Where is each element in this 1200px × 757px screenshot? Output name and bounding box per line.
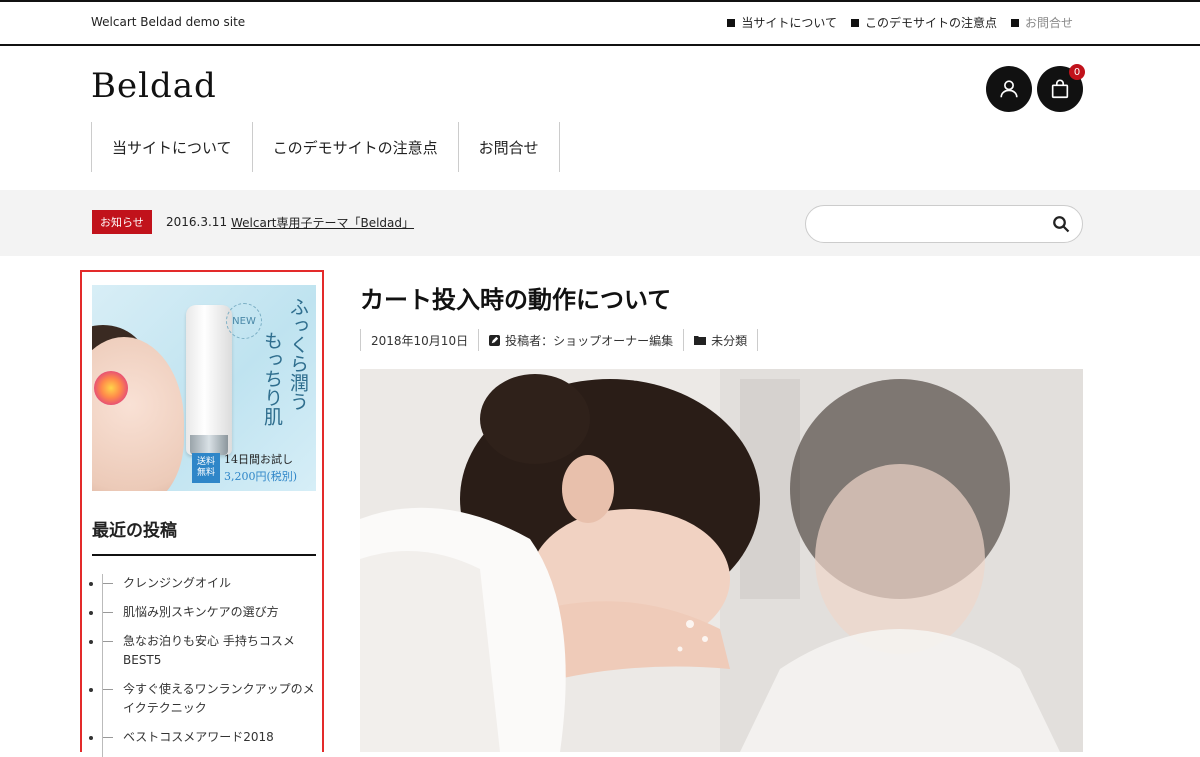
recent-posts-list: クレンジングオイル 肌悩み別スキンケアの選び方 急なお泊りも安心 手持ちコスメB… <box>102 574 316 757</box>
article-author[interactable]: 投稿者：ショップオーナー編集 <box>478 329 683 351</box>
article-date: 2018年10月10日 <box>360 329 478 351</box>
recent-post-link[interactable]: 今すぐ使えるワンランクアップのメイクテクニック <box>103 680 316 718</box>
main-nav-notes[interactable]: このデモサイトの注意点 <box>253 122 459 172</box>
banner-copy-line2: もっちり肌 <box>261 331 283 426</box>
sidebar: NEW ふっくら潤う もっちり肌 送料 無料 14日間お試し 3,200円(税別)… <box>80 270 324 757</box>
search-input[interactable] <box>820 206 1050 242</box>
search-box <box>805 205 1083 243</box>
top-nav-about-link[interactable]: 当サイトについて <box>727 14 837 31</box>
square-bullet-icon <box>1010 18 1019 27</box>
article-hero-image <box>360 369 1083 752</box>
recent-post-link[interactable]: 急なお泊りも安心 手持ちコスメBEST5 <box>103 632 316 670</box>
free-shipping-badge: 送料 無料 <box>192 453 220 483</box>
promo-banner[interactable]: NEW ふっくら潤う もっちり肌 送料 無料 14日間お試し 3,200円(税別) <box>92 285 316 491</box>
site-logo[interactable]: Beldad <box>91 66 217 106</box>
recent-post-link[interactable]: クレンジングオイル <box>103 574 316 593</box>
notice-link[interactable]: Welcart専用子テーマ「Beldad」 <box>231 214 414 231</box>
product-tube-image <box>186 305 232 455</box>
top-nav-notes-link[interactable]: このデモサイトの注意点 <box>850 14 997 31</box>
recent-post-link[interactable]: ベストコスメアワード2018 <box>103 728 316 747</box>
search-button[interactable] <box>1052 215 1070 237</box>
edit-icon <box>489 334 501 346</box>
article-author-text: 投稿者：ショップオーナー編集 <box>505 333 674 348</box>
notice-label-badge: お知らせ <box>92 210 152 234</box>
shipping-line1: 送料 <box>196 457 215 468</box>
product-tube-cap <box>190 435 228 455</box>
article-category[interactable]: 未分類 <box>683 329 759 351</box>
banner-copy-line1: ふっくら潤う <box>287 297 309 411</box>
account-button[interactable] <box>986 66 1032 112</box>
cart-count-badge: 0 <box>1069 64 1085 80</box>
banner-trial-text: 14日間お試し <box>224 453 293 466</box>
top-nav-notes-label: このデモサイトの注意点 <box>864 16 997 30</box>
banner-model-face <box>92 337 184 491</box>
article-date-text: 2018年10月10日 <box>371 333 469 348</box>
search-icon <box>1053 216 1070 233</box>
cart-button[interactable]: 0 <box>1037 64 1085 112</box>
recent-posts-title: 最近の投稿 <box>92 521 177 541</box>
main-nav-contact[interactable]: お問合せ <box>459 122 560 172</box>
new-badge: NEW <box>226 303 262 339</box>
article-title: カート投入時の動作について <box>360 285 672 314</box>
user-icon <box>1000 80 1018 98</box>
recent-post-link[interactable]: 肌悩み別スキンケアの選び方 <box>103 603 316 622</box>
article-category-text: 未分類 <box>711 333 748 348</box>
top-nav-contact-link[interactable]: お問合せ <box>1010 14 1073 31</box>
banner-price-text: 3,200円(税別) <box>224 470 298 483</box>
notice-band: お知らせ 2016.3.11 Welcart専用子テーマ「Beldad」 <box>0 190 1200 256</box>
top-nav-about-label: 当サイトについて <box>741 16 837 30</box>
main-nav-about[interactable]: 当サイトについて <box>92 122 253 172</box>
top-nav-contact-label: お問合せ <box>1024 16 1073 30</box>
main-nav: 当サイトについて このデモサイトの注意点 お問合せ <box>91 122 560 172</box>
hero-illustration <box>360 369 1083 752</box>
square-bullet-icon <box>850 18 859 27</box>
flower-icon <box>94 371 128 405</box>
square-bullet-icon <box>727 18 736 27</box>
site-tagline: Welcart Beldad demo site <box>91 15 246 29</box>
article-meta: 2018年10月10日 投稿者：ショップオーナー編集 未分類 <box>360 328 759 352</box>
folder-icon <box>694 336 707 345</box>
top-bar: Welcart Beldad demo site 当サイトについて このデモサイ… <box>0 0 1200 46</box>
widget-title-rule <box>92 554 316 556</box>
shipping-line2: 無料 <box>196 468 215 478</box>
shopping-bag-icon <box>1051 79 1069 99</box>
top-nav: 当サイトについて このデモサイトの注意点 お問合せ <box>727 14 1073 31</box>
notice-date: 2016.3.11 <box>166 215 228 229</box>
